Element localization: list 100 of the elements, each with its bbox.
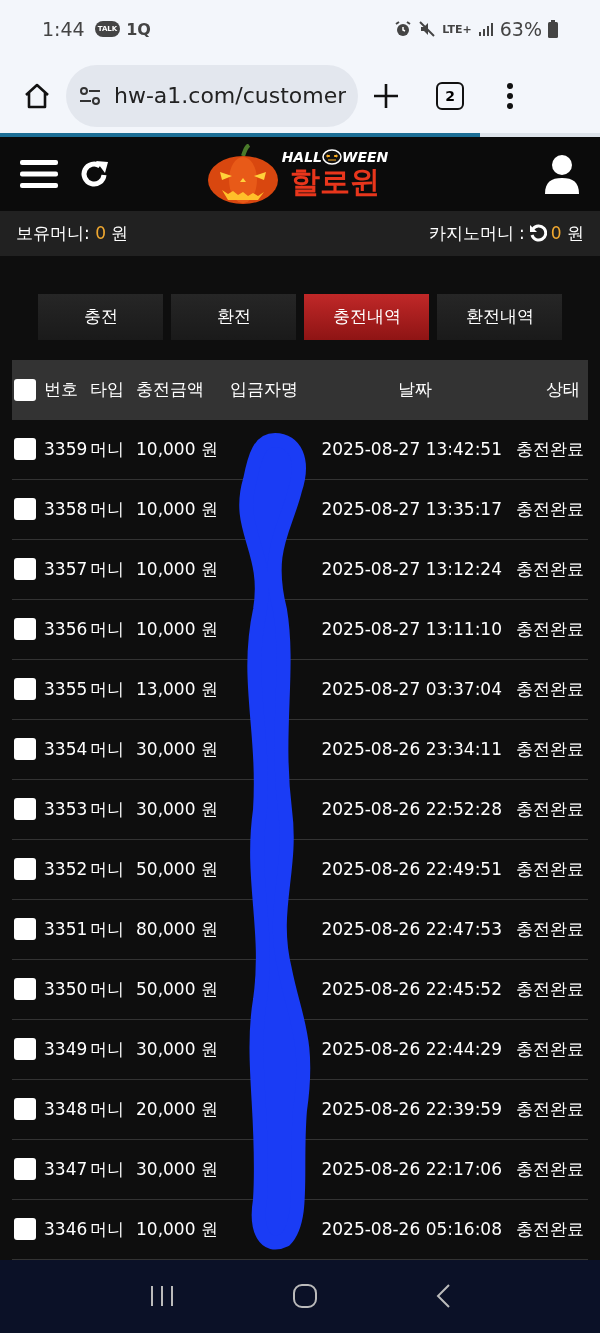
table-cell-text: 3352 bbox=[44, 859, 89, 880]
table-cell-text: 충전완료 bbox=[516, 977, 585, 1001]
table-cell-text: 3354 bbox=[44, 739, 89, 760]
table-cell-text: 2025-08-26 22:52:28 bbox=[320, 799, 503, 820]
recent-apps-icon[interactable] bbox=[148, 1285, 175, 1308]
checkbox[interactable] bbox=[14, 858, 36, 881]
table-cell-text: 2025-08-26 22:44:29 bbox=[320, 1039, 503, 1060]
back-icon[interactable] bbox=[435, 1283, 452, 1310]
logo-text: HALL bbox=[281, 149, 323, 166]
checkbox[interactable] bbox=[14, 1218, 36, 1241]
table-cell-text: 3351 bbox=[44, 919, 89, 940]
table-cell-text: 3355 bbox=[44, 679, 89, 700]
url-text: hw-a1.com/customer bbox=[113, 83, 346, 109]
checkbox[interactable] bbox=[14, 1158, 36, 1181]
column-header: 입금자명 bbox=[230, 378, 299, 402]
new-tab-icon[interactable] bbox=[372, 81, 400, 110]
table-cell-text: 2025-08-26 23:34:11 bbox=[320, 739, 503, 760]
table-cell-text: 2025-08-26 22:47:53 bbox=[320, 919, 503, 940]
checkbox[interactable] bbox=[14, 738, 36, 761]
battery-icon bbox=[548, 20, 558, 39]
table-cell-text: 3359 bbox=[44, 439, 89, 460]
tab-count-button[interactable]: 2 bbox=[436, 81, 464, 110]
table-cell-text: 50,000 원 bbox=[136, 857, 219, 881]
table-cell-text: 10,000 원 bbox=[136, 497, 219, 521]
casino-balance-value: 0 원 bbox=[550, 221, 584, 245]
table-cell-text: 30,000 원 bbox=[136, 1157, 219, 1181]
table-cell-text: 머니 bbox=[90, 797, 125, 821]
table-cell-text: 30,000 원 bbox=[136, 737, 219, 761]
checkbox[interactable] bbox=[14, 618, 36, 641]
site-settings-icon[interactable] bbox=[78, 84, 102, 107]
table-cell-text: 충전완료 bbox=[516, 917, 585, 941]
table-cell-text: 충전완료 bbox=[516, 1217, 585, 1241]
table-cell-text: 충전완료 bbox=[516, 617, 585, 641]
checkbox[interactable] bbox=[14, 1098, 36, 1121]
checkbox[interactable] bbox=[14, 978, 36, 1001]
refresh-icon[interactable] bbox=[528, 224, 547, 243]
table-cell-text: 머니 bbox=[90, 557, 125, 581]
tab[interactable]: 환전 bbox=[171, 293, 296, 340]
table-cell-text: 머니 bbox=[90, 1157, 125, 1181]
table-cell-text: 충전완료 bbox=[516, 1157, 585, 1181]
table-cell-text: 3347 bbox=[44, 1159, 89, 1180]
checkbox[interactable] bbox=[14, 678, 36, 701]
table-cell-text: 충전완료 bbox=[516, 677, 585, 701]
table-cell-text: 머니 bbox=[90, 437, 125, 461]
table-cell-text: 2025-08-26 05:16:08 bbox=[320, 1219, 503, 1240]
clock: 1:44 bbox=[42, 18, 85, 41]
checkbox[interactable] bbox=[14, 918, 36, 941]
casino-balance-label: 카지노머니 : bbox=[428, 221, 525, 245]
table-cell-text: 30,000 원 bbox=[136, 1037, 219, 1061]
table-cell-text: 2025-08-27 13:42:51 bbox=[320, 439, 503, 460]
table-cell-text: 2025-08-27 13:11:10 bbox=[320, 619, 503, 640]
table-cell-text: 머니 bbox=[90, 977, 125, 1001]
table-cell-text: 3356 bbox=[44, 619, 89, 640]
table-cell-text: 충전완료 bbox=[516, 737, 585, 761]
address-bar[interactable]: hw-a1.com/customer bbox=[66, 64, 358, 127]
table-cell-text: 머니 bbox=[90, 1097, 125, 1121]
checkbox[interactable] bbox=[14, 378, 36, 401]
checkbox[interactable] bbox=[14, 498, 36, 521]
checkbox[interactable] bbox=[14, 438, 36, 461]
checkbox[interactable] bbox=[14, 558, 36, 581]
mute-icon bbox=[418, 20, 437, 39]
tab[interactable]: 충전내역 bbox=[304, 293, 429, 340]
table-cell-text: 50,000 원 bbox=[136, 977, 219, 1001]
column-header: 타입 bbox=[90, 378, 125, 402]
table-cell-text: 2025-08-26 22:17:06 bbox=[320, 1159, 503, 1180]
checkbox[interactable] bbox=[14, 1038, 36, 1061]
logo-text: WEEN bbox=[342, 149, 389, 166]
table-cell-text: 10,000 원 bbox=[136, 437, 219, 461]
table-cell-text: 머니 bbox=[90, 617, 125, 641]
table-cell-text: 2025-08-27 13:35:17 bbox=[320, 499, 503, 520]
logo-title: 할로윈 bbox=[290, 165, 380, 199]
table-cell-text: 충전완료 bbox=[516, 857, 585, 881]
table-cell-text: 3350 bbox=[44, 979, 89, 1000]
table-cell-text: 13,000 원 bbox=[136, 677, 219, 701]
column-header: 번호 bbox=[44, 378, 79, 402]
user-icon[interactable] bbox=[544, 153, 580, 194]
table-cell-text: 10,000 원 bbox=[136, 557, 219, 581]
table-cell-text: 2025-08-27 13:12:24 bbox=[320, 559, 503, 580]
network-label: LTE+ bbox=[442, 22, 472, 36]
table-cell-text: 2025-08-26 22:49:51 bbox=[320, 859, 503, 880]
column-header: 충전금액 bbox=[136, 378, 205, 402]
signal-icon bbox=[477, 21, 494, 38]
app-label: 1Q bbox=[126, 19, 151, 39]
column-header: 상태 bbox=[545, 378, 581, 402]
table-cell-text: 3358 bbox=[44, 499, 89, 520]
menu-icon[interactable] bbox=[506, 81, 514, 110]
table-cell-text: 2025-08-27 03:37:04 bbox=[320, 679, 503, 700]
checkbox[interactable] bbox=[14, 798, 36, 821]
balance-label: 보유머니: 0 원 bbox=[16, 221, 129, 245]
table-cell-text: 머니 bbox=[90, 737, 125, 761]
table-cell-text: 충전완료 bbox=[516, 1097, 585, 1121]
table-cell-text: 3353 bbox=[44, 799, 89, 820]
menu-icon[interactable] bbox=[20, 158, 58, 189]
table-cell-text: 3348 bbox=[44, 1099, 89, 1120]
home-button-icon[interactable] bbox=[292, 1283, 318, 1310]
table-cell-text: 20,000 원 bbox=[136, 1097, 219, 1121]
tab[interactable]: 환전내역 bbox=[437, 293, 562, 340]
tab[interactable]: 충전 bbox=[38, 293, 163, 340]
table-cell-text: 머니 bbox=[90, 1037, 125, 1061]
table-cell-text: 머니 bbox=[90, 677, 125, 701]
